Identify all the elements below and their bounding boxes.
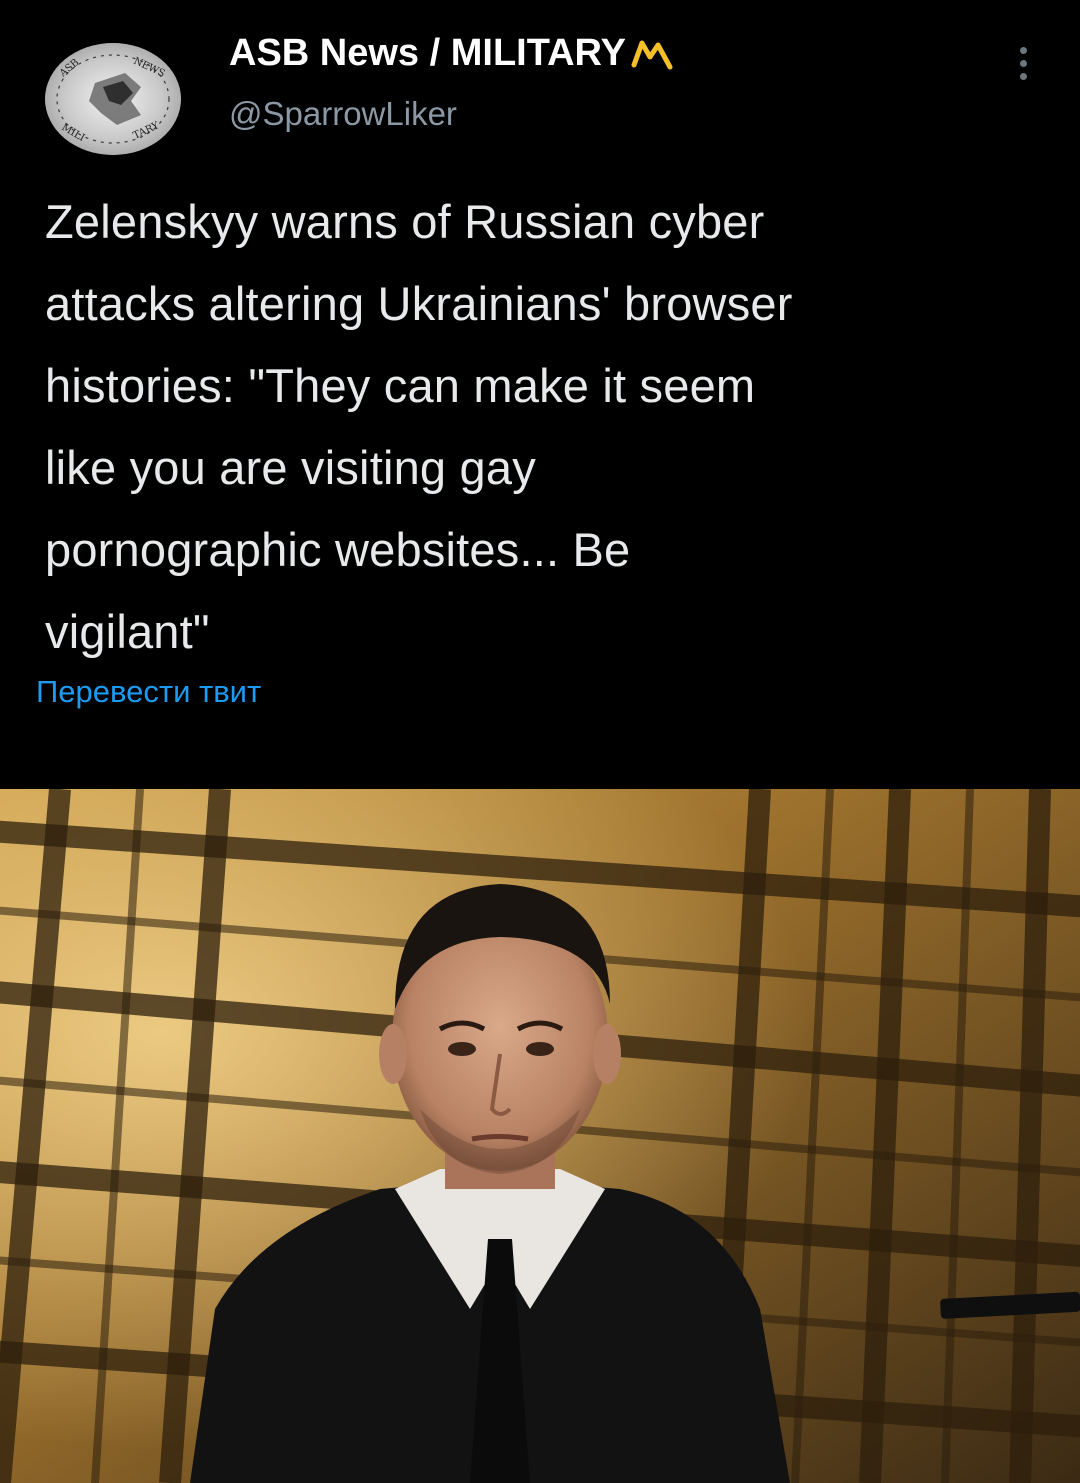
tweet-text: Zelenskyy warns of Russian cyber attacks…	[45, 195, 793, 658]
author-handle[interactable]: @SparrowLiker	[229, 95, 457, 133]
avatar[interactable]: ASB NEWS MILI TARY	[45, 43, 181, 155]
author-name[interactable]: ASB News / MILITARY	[229, 32, 676, 75]
more-options-icon	[1019, 46, 1027, 54]
translate-tweet-link[interactable]: Перевести твит	[36, 674, 261, 710]
more-options-button[interactable]	[1003, 38, 1043, 88]
more-options-icon-dot	[1019, 72, 1027, 80]
tweet-card: ASB NEWS MILI TARY ASB News / MILITARY @…	[0, 0, 1080, 1483]
tweet-photo[interactable]	[0, 789, 1080, 1483]
military-badge-icon	[628, 37, 676, 71]
author-name-text: ASB News / MILITARY	[229, 32, 626, 74]
portrait-photo-image	[0, 789, 1080, 1483]
asb-news-logo-icon: ASB NEWS MILI TARY	[45, 43, 181, 155]
more-options-icon-dot	[1019, 59, 1027, 67]
